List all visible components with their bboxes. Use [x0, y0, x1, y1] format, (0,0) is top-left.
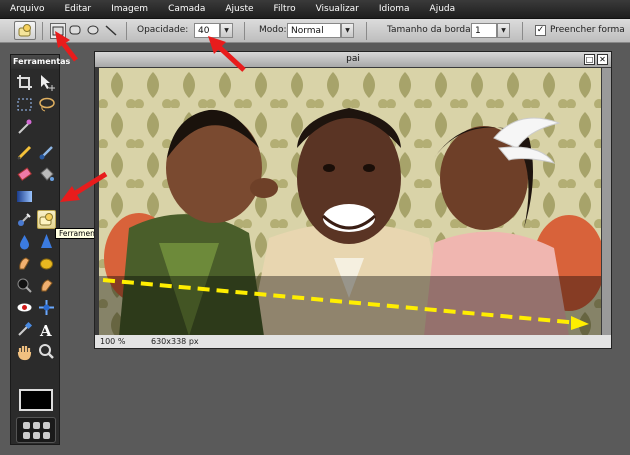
- hand-icon: [17, 346, 32, 361]
- text-tool[interactable]: A: [37, 320, 56, 340]
- paint-bucket-icon: [40, 167, 54, 181]
- sponge-tool[interactable]: [37, 254, 56, 273]
- image-status-bar: 100 % 630x338 px: [95, 335, 611, 348]
- close-button[interactable]: ✕: [597, 54, 608, 65]
- smudge-icon: [19, 257, 30, 270]
- burn-icon: [41, 279, 53, 292]
- dodge-tool[interactable]: [15, 276, 34, 295]
- menu-camada[interactable]: Camada: [168, 4, 205, 14]
- sharpen-icon: [41, 234, 52, 248]
- menu-editar[interactable]: Editar: [64, 4, 91, 14]
- brush-icon: [39, 146, 53, 160]
- image-window-title: pai: [346, 54, 360, 64]
- crop-icon: [17, 75, 32, 90]
- clone-stamp-tool[interactable]: [15, 210, 34, 229]
- menu-visualizar[interactable]: Visualizar: [316, 4, 359, 14]
- maximize-button[interactable]: □: [584, 54, 595, 65]
- marquee-icon: [17, 98, 32, 111]
- dodge-icon: [17, 278, 32, 293]
- menu-ajuda[interactable]: Ajuda: [430, 4, 456, 14]
- menu-imagem[interactable]: Imagem: [111, 4, 148, 14]
- bloat-tool[interactable]: [37, 298, 56, 317]
- menu-ajuste[interactable]: Ajuste: [225, 4, 253, 14]
- mode-label: Modo:: [259, 25, 287, 35]
- draw-tool-icon: [18, 24, 31, 37]
- tool-options-bar: Opacidade: 40 ▼ Modo: Normal ▼ Tamanho d…: [0, 19, 630, 43]
- border-size-input[interactable]: 1: [471, 23, 497, 38]
- gradient-icon: [17, 191, 32, 202]
- brush-tool[interactable]: [37, 143, 56, 162]
- blur-tool[interactable]: [15, 232, 34, 251]
- menu-idioma[interactable]: Idioma: [379, 4, 410, 14]
- red-eye-icon: [17, 303, 32, 312]
- image-window-titlebar[interactable]: pai □ ✕: [95, 52, 611, 67]
- line-icon: [105, 25, 117, 36]
- zoom-level: 100 %: [100, 337, 126, 346]
- pencil-tool[interactable]: [15, 143, 34, 162]
- lasso-icon: [39, 97, 55, 112]
- menu-arquivo[interactable]: Arquivo: [10, 4, 44, 14]
- magic-wand-tool[interactable]: [15, 117, 34, 136]
- red-eye-tool[interactable]: [15, 298, 34, 317]
- mode-dropdown-button[interactable]: ▼: [341, 23, 354, 38]
- paint-bucket-tool[interactable]: [37, 165, 56, 184]
- smudge-tool[interactable]: [15, 254, 34, 273]
- blur-icon: [20, 235, 29, 250]
- eraser-tool[interactable]: [15, 165, 34, 184]
- tools-panel-title: Ferramentas: [11, 55, 70, 69]
- opacity-label: Opacidade:: [137, 25, 189, 35]
- foreground-color-swatch[interactable]: [19, 389, 53, 411]
- text-icon: A: [39, 322, 52, 340]
- fill-shape-label: Preencher forma: [550, 25, 625, 35]
- gradient-tool[interactable]: [15, 187, 34, 206]
- rounded-rectangle-icon: [69, 25, 81, 35]
- photo: [99, 68, 601, 336]
- image-canvas[interactable]: [99, 68, 601, 336]
- shape-rectangle-button[interactable]: [50, 23, 66, 39]
- ellipse-icon: [87, 25, 99, 35]
- eraser-icon: [17, 167, 32, 181]
- panel-grid-button[interactable]: [16, 417, 56, 443]
- pencil-icon: [17, 145, 32, 160]
- clone-stamp-icon: [18, 213, 31, 226]
- shape-rounded-rectangle-button[interactable]: [68, 23, 84, 39]
- crop-tool[interactable]: [15, 73, 34, 92]
- current-tool-button[interactable]: [14, 21, 36, 40]
- lasso-tool[interactable]: [37, 95, 56, 114]
- eyedropper-icon: [18, 321, 33, 336]
- menu-bar: Arquivo Editar Imagem Camada Ajuste Filtro Vis…: [0, 0, 630, 19]
- hand-tool[interactable]: [15, 342, 34, 361]
- opacity-input[interactable]: 40: [194, 23, 220, 38]
- image-window: pai □ ✕ 100 % 630x338 px: [94, 51, 612, 349]
- draw-tool[interactable]: [37, 210, 56, 229]
- draw-tool-icon: [39, 213, 53, 226]
- opacity-dropdown-button[interactable]: ▼: [220, 23, 233, 38]
- fill-shape-checkbox[interactable]: ✓: [535, 25, 546, 36]
- tools-panel: Ferramentas A: [10, 54, 70, 445]
- shape-line-button[interactable]: [104, 23, 120, 39]
- svg-text:A: A: [39, 322, 52, 339]
- border-size-label: Tamanho da borda:: [387, 25, 474, 35]
- color-picker-tool[interactable]: [15, 320, 34, 339]
- vertical-scrollbar[interactable]: [602, 68, 611, 336]
- zoom-tool[interactable]: [37, 342, 56, 361]
- border-size-dropdown-button[interactable]: ▼: [497, 23, 510, 38]
- magic-wand-icon: [18, 119, 32, 134]
- shape-ellipse-button[interactable]: [86, 23, 102, 39]
- grid-icon: [23, 422, 50, 439]
- marquee-tool[interactable]: [15, 95, 34, 114]
- sharpen-tool[interactable]: [37, 232, 56, 251]
- move-icon: [41, 75, 55, 91]
- mode-select[interactable]: Normal: [287, 23, 341, 38]
- burn-tool[interactable]: [37, 276, 56, 295]
- sponge-icon: [40, 258, 53, 270]
- menu-filtro[interactable]: Filtro: [274, 4, 296, 14]
- move-tool[interactable]: [37, 73, 56, 92]
- rectangle-icon: [52, 26, 64, 36]
- image-size: 630x338 px: [151, 337, 199, 346]
- bloat-icon: [39, 300, 54, 315]
- zoom-icon: [39, 344, 54, 359]
